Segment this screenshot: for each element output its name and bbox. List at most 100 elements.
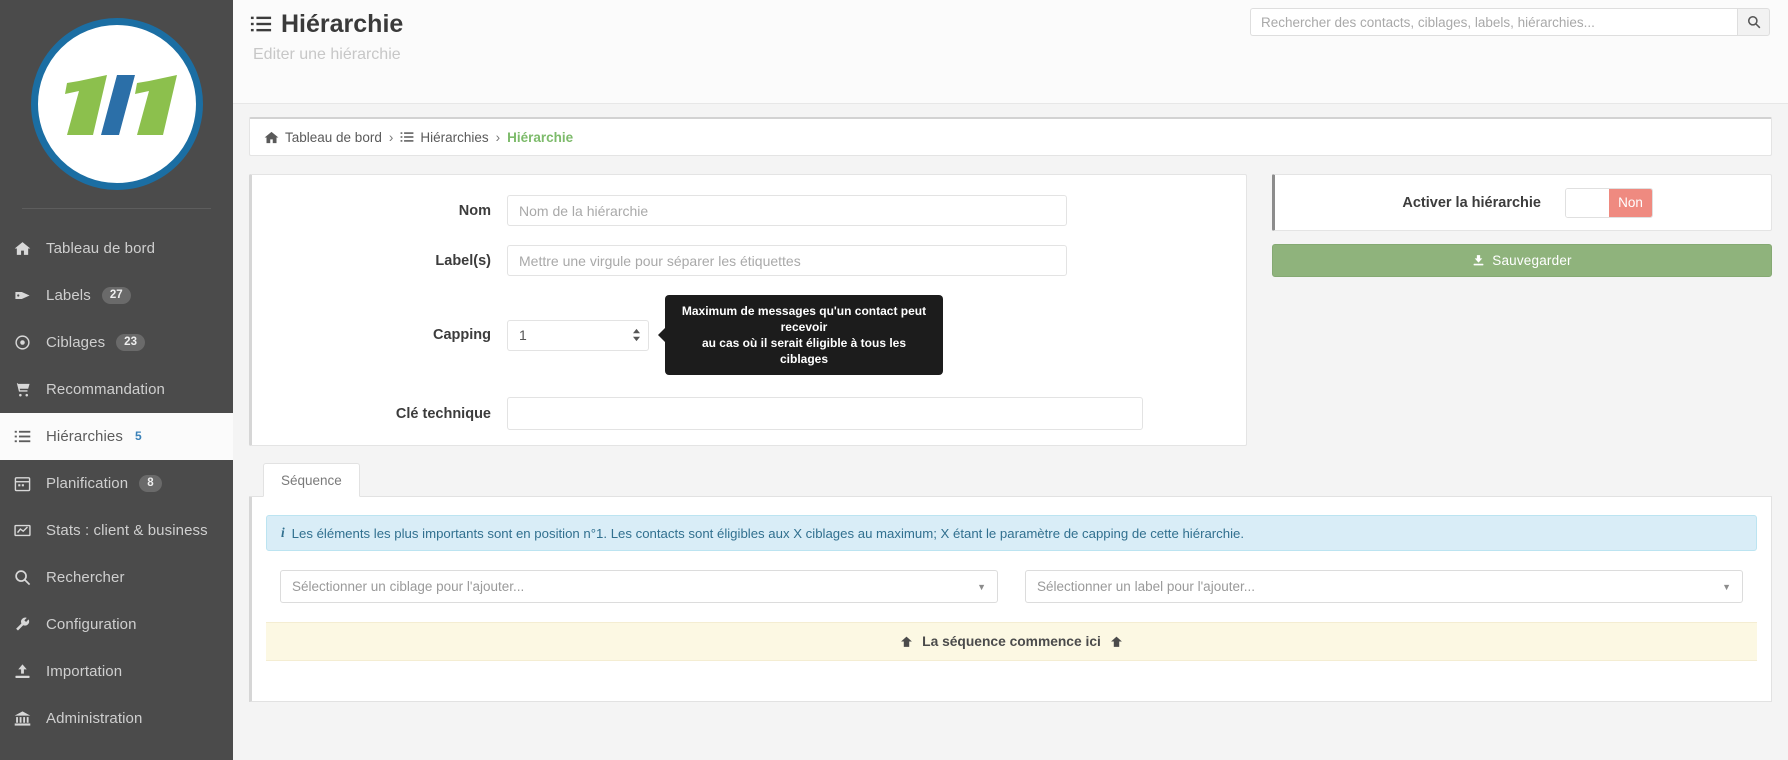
wrench-icon [14, 616, 42, 633]
sidebar-item-configuration[interactable]: Configuration [0, 601, 233, 648]
capping-input[interactable] [507, 319, 649, 351]
tab-sequence[interactable]: Séquence [263, 463, 360, 497]
list-icon [400, 130, 414, 144]
tooltip-line-1: Maximum de messages qu'un contact peut r… [681, 304, 927, 334]
sidebar-item-label: Administration [46, 710, 143, 727]
save-button[interactable]: Sauvegarder [1272, 244, 1772, 277]
sidebar-item-label: Ciblages [46, 334, 106, 351]
home-icon [264, 130, 279, 145]
search-icon [1747, 15, 1760, 29]
sidebar-badge: 5 [134, 429, 142, 443]
capping-tooltip: Maximum de messages qu'un contact peut r… [665, 295, 943, 375]
arrow-up-icon [900, 635, 913, 649]
activate-label: Activer la hiérarchie [1402, 194, 1541, 211]
sidebar-item-importation[interactable]: Importation [0, 648, 233, 695]
breadcrumb-current: Hiérarchie [507, 129, 574, 145]
sidebar-item-tableau-de-bord[interactable]: Tableau de bord [0, 225, 233, 272]
sequence-section: Séquence i Les éléments les plus importa… [249, 463, 1772, 702]
sidebar-badge: 27 [101, 287, 131, 304]
sidebar-badge: 8 [139, 475, 162, 492]
chart-icon [14, 522, 42, 539]
sidebar-item-label: Stats : client & business [46, 522, 208, 539]
ciblage-select[interactable]: Sélectionner un ciblage pour l'ajouter..… [280, 570, 998, 603]
search-input[interactable] [1250, 8, 1737, 36]
sidebar-item-administration[interactable]: Administration [0, 695, 233, 742]
save-download-icon [1472, 254, 1485, 267]
cart-icon [14, 381, 42, 398]
main-content: Hiérarchie Editer une hiérarchie Tableau… [233, 0, 1788, 760]
list-icon [14, 428, 42, 445]
form-row-labels: Label(s) [252, 245, 1246, 276]
global-search [1250, 8, 1770, 36]
home-icon [14, 240, 42, 257]
hierarchy-form-panel: Nom Label(s) Capping [249, 174, 1247, 446]
toggle-knob [1566, 188, 1609, 217]
sequence-start-label: La séquence commence ici [922, 634, 1101, 649]
ciblage-select-placeholder: Sélectionner un ciblage pour l'ajouter..… [292, 579, 525, 594]
sidebar-item-label: Hiérarchies [46, 428, 123, 445]
tooltip-line-2: au cas où il serait éligible à tous les … [701, 336, 907, 366]
spinner-arrows-icon[interactable] [632, 328, 641, 342]
bank-icon [14, 710, 42, 727]
search-button[interactable] [1737, 8, 1770, 36]
content-area: Tableau de bord › Hiérarchies › Hiérarch… [233, 117, 1788, 702]
sidebar-item-labels[interactable]: Labels 27 [0, 272, 233, 319]
sidebar: Tableau de bord Labels 27 Ciblages 23 Re… [0, 0, 233, 760]
app-logo [0, 0, 233, 208]
arrow-up-icon [1110, 635, 1123, 649]
labels-label: Label(s) [435, 252, 491, 269]
tag-icon [14, 287, 42, 304]
sidebar-item-planification[interactable]: Planification 8 [0, 460, 233, 507]
form-and-actions-row: Nom Label(s) Capping [249, 174, 1772, 446]
labels-input[interactable] [507, 245, 1067, 276]
sidebar-divider [22, 208, 211, 209]
sidebar-item-stats[interactable]: Stats : client & business [0, 507, 233, 554]
breadcrumb-separator: › [495, 129, 501, 145]
tab-strip: Séquence [249, 463, 1772, 497]
logo-icon [64, 75, 177, 135]
cle-technique-label: Clé technique [395, 405, 491, 422]
sequence-start-banner: La séquence commence ici [266, 622, 1757, 661]
sidebar-item-rechercher[interactable]: Rechercher [0, 554, 233, 601]
sidebar-item-label: Importation [46, 663, 123, 680]
form-row-nom: Nom [252, 195, 1246, 226]
calendar-icon [14, 475, 42, 492]
cle-technique-input[interactable] [507, 397, 1143, 430]
chevron-down-icon: ▼ [1722, 581, 1731, 592]
toggle-state-label: Non [1609, 188, 1652, 217]
sidebar-item-label: Configuration [46, 616, 137, 633]
sidebar-badge: 23 [116, 334, 146, 351]
breadcrumb-home[interactable]: Tableau de bord [285, 130, 382, 145]
top-bar: Hiérarchie Editer une hiérarchie [233, 0, 1788, 104]
tab-sequence-label: Séquence [281, 472, 342, 488]
sidebar-item-label: Recommandation [46, 381, 165, 398]
sidebar-item-label: Tableau de bord [46, 240, 156, 257]
breadcrumb: Tableau de bord › Hiérarchies › Hiérarch… [249, 117, 1772, 156]
sidebar-item-hierarchies[interactable]: Hiérarchies 5 [0, 413, 233, 460]
sidebar-item-label: Labels [46, 287, 91, 304]
sidebar-item-ciblages[interactable]: Ciblages 23 [0, 319, 233, 366]
sequence-info-alert: i Les éléments les plus importants sont … [266, 515, 1757, 551]
form-row-capping: Capping Maximum de messages qu'un contac… [252, 295, 1246, 375]
activate-hierarchy-card: Activer la hiérarchie Non [1272, 174, 1772, 231]
label-select[interactable]: Sélectionner un label pour l'ajouter... … [1025, 570, 1743, 603]
nom-label: Nom [458, 202, 491, 219]
save-button-label: Sauvegarder [1492, 253, 1572, 268]
search-icon [14, 569, 42, 586]
breadcrumb-section[interactable]: Hiérarchies [420, 130, 488, 145]
upload-icon [14, 663, 42, 680]
page-title-list-icon [250, 13, 272, 35]
form-row-cle-technique: Clé technique [252, 397, 1246, 430]
sequence-selects-row: Sélectionner un ciblage pour l'ajouter..… [266, 570, 1757, 603]
sidebar-item-label: Planification [46, 475, 129, 492]
target-icon [14, 334, 42, 351]
capping-label: Capping [433, 327, 491, 343]
nom-input[interactable] [507, 195, 1067, 226]
actions-panel: Activer la hiérarchie Non Sauvegarder [1272, 174, 1772, 446]
sidebar-item-label: Rechercher [46, 569, 125, 586]
sidebar-item-recommandation[interactable]: Recommandation [0, 366, 233, 413]
sequence-tab-panel: i Les éléments les plus importants sont … [249, 497, 1772, 702]
activate-toggle[interactable]: Non [1565, 187, 1653, 218]
label-select-placeholder: Sélectionner un label pour l'ajouter... [1037, 579, 1255, 594]
chevron-down-icon: ▼ [977, 581, 986, 592]
